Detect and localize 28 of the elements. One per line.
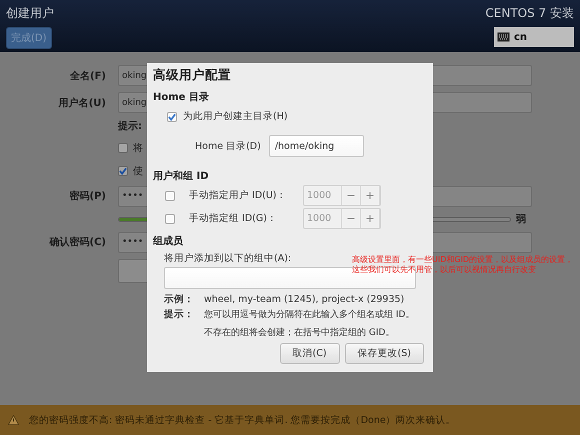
hint-label: 提示: <box>118 120 143 133</box>
strength-reading: 弱 <box>516 212 526 226</box>
field-label: Home 目录(D) <box>195 140 261 152</box>
field-label: 确认密码(C) <box>48 236 106 249</box>
warning-message: 您的密码强度不高: 密码未通过字典检查 - 它基于字典单词. 您需要按完成（Done）两次来确认。 <box>29 414 456 426</box>
field-label: 用户名(U) <box>58 96 106 110</box>
page-title: 创建用户 <box>6 5 54 22</box>
dialog-title: 高级用户配置 <box>153 67 232 84</box>
spinner-value: 1000 <box>304 186 342 205</box>
field-label: 密码(P) <box>68 190 106 203</box>
checkbox-label: 手动指定组 ID(G)： <box>189 212 278 225</box>
spinner-value: 1000 <box>304 209 342 228</box>
section-heading: 用户和组 ID <box>153 169 209 183</box>
field-label: 全名(F) <box>69 70 106 82</box>
example-text: wheel, my-team (1245), project-x (29935) <box>204 294 404 305</box>
section-heading: 组成员 <box>153 234 183 248</box>
field-label: 将用户添加到以下的组中(A): <box>164 252 292 265</box>
hint-label: 提示： <box>164 308 194 321</box>
hint-text: 您可以用逗号做为分隔符在此输入多个组名或组 ID。 <box>204 308 414 321</box>
hint-text: 不存在的组将会创建；在括号中指定组的 GID。 <box>204 326 394 339</box>
checkbox-label: 将 <box>133 142 143 154</box>
section-heading: Home 目录 <box>153 90 210 104</box>
keyboard-layout: cn <box>514 32 528 42</box>
product-title: CENTOS 7 安装 <box>485 5 574 22</box>
checkbox-label: 使 <box>133 164 143 178</box>
checkbox-label: 为此用户创建主目录(H) <box>183 110 288 123</box>
checkbox-label: 手动指定用户 ID(U)： <box>189 189 288 202</box>
example-label: 示例： <box>164 293 194 306</box>
